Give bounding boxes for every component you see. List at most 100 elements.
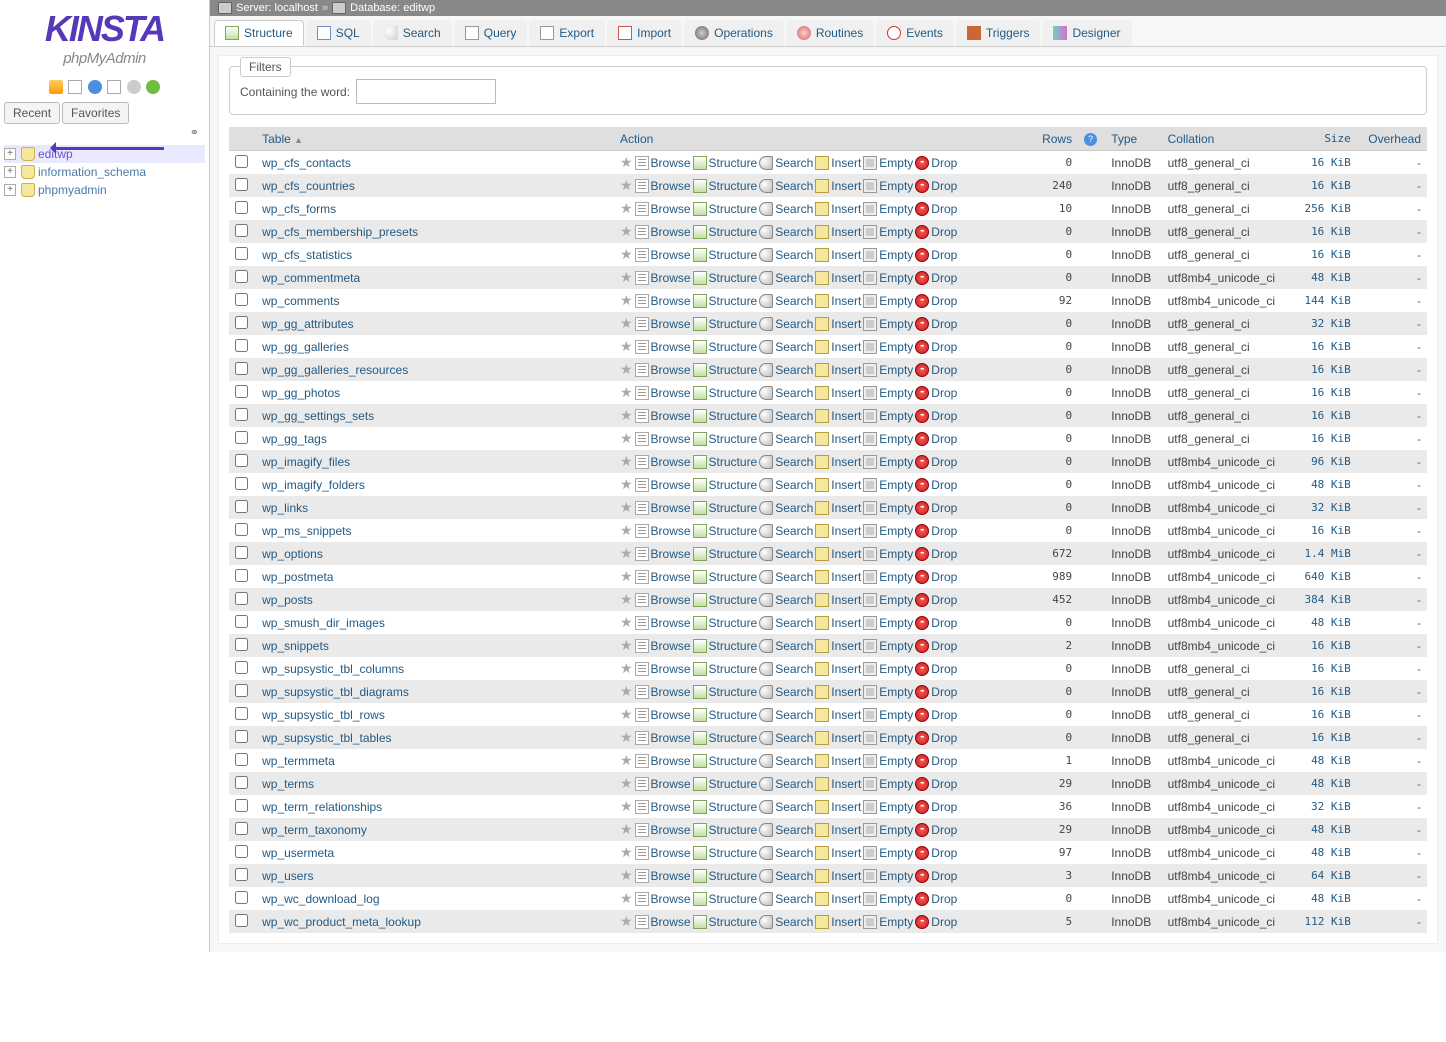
- tab-triggers[interactable]: Triggers: [956, 20, 1041, 46]
- table-name-link[interactable]: wp_supsystic_tbl_columns: [262, 662, 404, 676]
- tab-designer[interactable]: Designer: [1042, 20, 1131, 46]
- bc-db-link[interactable]: editwp: [403, 2, 435, 14]
- reload-icon[interactable]: [146, 80, 160, 94]
- row-checkbox[interactable]: [235, 293, 248, 306]
- table-name-link[interactable]: wp_supsystic_tbl_tables: [262, 731, 391, 745]
- th-rows[interactable]: Rows: [1026, 127, 1078, 151]
- row-checkbox[interactable]: [235, 569, 248, 582]
- structure-action[interactable]: Structure: [693, 731, 758, 745]
- search-action[interactable]: Search: [759, 547, 813, 561]
- insert-action[interactable]: Insert: [815, 823, 861, 837]
- structure-action[interactable]: Structure: [693, 754, 758, 768]
- drop-action[interactable]: Drop: [915, 340, 957, 354]
- table-name-link[interactable]: wp_imagify_files: [262, 455, 350, 469]
- tab-routines[interactable]: Routines: [786, 20, 874, 46]
- drop-action[interactable]: Drop: [915, 593, 957, 607]
- table-name-link[interactable]: wp_term_relationships: [262, 800, 382, 814]
- table-name-link[interactable]: wp_terms: [262, 777, 314, 791]
- search-action[interactable]: Search: [759, 294, 813, 308]
- structure-action[interactable]: Structure: [693, 524, 758, 538]
- table-name-link[interactable]: wp_smush_dir_images: [262, 616, 385, 630]
- search-action[interactable]: Search: [759, 777, 813, 791]
- empty-action[interactable]: Empty: [863, 570, 913, 584]
- favorite-star-icon[interactable]: ★: [620, 867, 633, 884]
- insert-action[interactable]: Insert: [815, 524, 861, 538]
- th-type[interactable]: Type: [1105, 127, 1161, 151]
- row-checkbox[interactable]: [235, 500, 248, 513]
- insert-action[interactable]: Insert: [815, 892, 861, 906]
- empty-action[interactable]: Empty: [863, 455, 913, 469]
- drop-action[interactable]: Drop: [915, 294, 957, 308]
- favorite-star-icon[interactable]: ★: [620, 614, 633, 631]
- browse-action[interactable]: Browse: [635, 547, 691, 561]
- favorite-star-icon[interactable]: ★: [620, 913, 633, 930]
- row-checkbox[interactable]: [235, 638, 248, 651]
- row-checkbox[interactable]: [235, 408, 248, 421]
- tab-search[interactable]: Search: [373, 20, 452, 46]
- browse-action[interactable]: Browse: [635, 386, 691, 400]
- search-action[interactable]: Search: [759, 317, 813, 331]
- row-checkbox[interactable]: [235, 316, 248, 329]
- table-name-link[interactable]: wp_wc_product_meta_lookup: [262, 915, 421, 929]
- structure-action[interactable]: Structure: [693, 432, 758, 446]
- empty-action[interactable]: Empty: [863, 501, 913, 515]
- favorite-star-icon[interactable]: ★: [620, 200, 633, 217]
- row-checkbox[interactable]: [235, 891, 248, 904]
- table-name-link[interactable]: wp_cfs_contacts: [262, 156, 351, 170]
- table-name-link[interactable]: wp_gg_attributes: [262, 317, 353, 331]
- empty-action[interactable]: Empty: [863, 478, 913, 492]
- empty-action[interactable]: Empty: [863, 800, 913, 814]
- drop-action[interactable]: Drop: [915, 547, 957, 561]
- browse-action[interactable]: Browse: [635, 271, 691, 285]
- structure-action[interactable]: Structure: [693, 823, 758, 837]
- drop-action[interactable]: Drop: [915, 455, 957, 469]
- row-checkbox[interactable]: [235, 753, 248, 766]
- favorite-star-icon[interactable]: ★: [620, 430, 633, 447]
- row-checkbox[interactable]: [235, 615, 248, 628]
- sidebar-tab-recent[interactable]: Recent: [4, 102, 60, 124]
- favorite-star-icon[interactable]: ★: [620, 269, 633, 286]
- drop-action[interactable]: Drop: [915, 570, 957, 584]
- row-checkbox[interactable]: [235, 201, 248, 214]
- browse-action[interactable]: Browse: [635, 455, 691, 469]
- tree-item-information_schema[interactable]: +information_schema: [4, 163, 205, 181]
- browse-action[interactable]: Browse: [635, 869, 691, 883]
- browse-action[interactable]: Browse: [635, 248, 691, 262]
- empty-action[interactable]: Empty: [863, 363, 913, 377]
- browse-action[interactable]: Browse: [635, 754, 691, 768]
- browse-action[interactable]: Browse: [635, 179, 691, 193]
- browse-action[interactable]: Browse: [635, 616, 691, 630]
- insert-action[interactable]: Insert: [815, 708, 861, 722]
- row-checkbox[interactable]: [235, 730, 248, 743]
- favorite-star-icon[interactable]: ★: [620, 154, 633, 171]
- row-checkbox[interactable]: [235, 914, 248, 927]
- drop-action[interactable]: Drop: [915, 892, 957, 906]
- drop-action[interactable]: Drop: [915, 248, 957, 262]
- structure-action[interactable]: Structure: [693, 409, 758, 423]
- browse-action[interactable]: Browse: [635, 202, 691, 216]
- drop-action[interactable]: Drop: [915, 409, 957, 423]
- empty-action[interactable]: Empty: [863, 156, 913, 170]
- structure-action[interactable]: Structure: [693, 386, 758, 400]
- search-action[interactable]: Search: [759, 708, 813, 722]
- tab-structure[interactable]: Structure: [214, 20, 304, 46]
- help-icon[interactable]: ?: [1084, 133, 1097, 146]
- table-name-link[interactable]: wp_gg_photos: [262, 386, 340, 400]
- browse-action[interactable]: Browse: [635, 823, 691, 837]
- search-action[interactable]: Search: [759, 386, 813, 400]
- filter-input[interactable]: [356, 79, 496, 104]
- row-checkbox[interactable]: [235, 385, 248, 398]
- table-name-link[interactable]: wp_cfs_statistics: [262, 248, 352, 262]
- browse-action[interactable]: Browse: [635, 708, 691, 722]
- drop-action[interactable]: Drop: [915, 777, 957, 791]
- empty-action[interactable]: Empty: [863, 846, 913, 860]
- structure-action[interactable]: Structure: [693, 179, 758, 193]
- search-action[interactable]: Search: [759, 616, 813, 630]
- table-name-link[interactable]: wp_usermeta: [262, 846, 334, 860]
- drop-action[interactable]: Drop: [915, 501, 957, 515]
- browse-action[interactable]: Browse: [635, 915, 691, 929]
- table-name-link[interactable]: wp_imagify_folders: [262, 478, 365, 492]
- th-size[interactable]: Size: [1292, 127, 1357, 151]
- empty-action[interactable]: Empty: [863, 432, 913, 446]
- docs-icon[interactable]: [88, 80, 102, 94]
